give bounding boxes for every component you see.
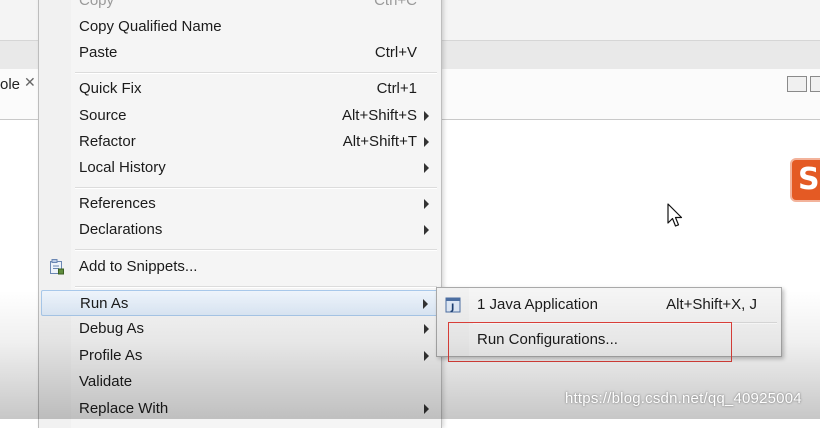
menu-item-shortcut: Alt+Shift+S xyxy=(341,107,417,124)
menu-item-paste[interactable]: Paste Ctrl+V xyxy=(41,40,439,66)
sogou-logo-icon[interactable]: S xyxy=(790,158,820,202)
menu-item-profile-as[interactable]: Profile As xyxy=(41,343,439,369)
menu-item-shortcut: Ctrl+1 xyxy=(376,80,417,97)
submenu-arrow-icon xyxy=(424,324,429,334)
watermark-text: https://blog.csdn.net/qq_40925004 xyxy=(565,390,802,407)
menu-item-shortcut: Ctrl+C xyxy=(374,0,417,9)
snippets-icon xyxy=(50,259,64,275)
submenu-item-label: 1 Java Application xyxy=(477,296,598,313)
menu-item-label: Local History xyxy=(79,159,166,176)
menu-item-label: Quick Fix xyxy=(79,80,142,97)
submenu-arrow-icon xyxy=(424,137,429,147)
submenu-arrow-icon xyxy=(424,199,429,209)
menu-item-declarations[interactable]: Declarations xyxy=(41,217,439,243)
run-as-submenu: J 1 Java Application Alt+Shift+X, J Run … xyxy=(436,287,782,357)
menu-item-validate[interactable]: Validate xyxy=(41,369,439,395)
menu-item-label: Declarations xyxy=(79,221,163,238)
submenu-item-run-configurations[interactable]: Run Configurations... xyxy=(439,327,777,353)
close-icon[interactable]: ✕ xyxy=(24,74,36,91)
menu-item-label: Validate xyxy=(79,373,133,390)
editor-tab-label: ole xyxy=(0,76,21,93)
submenu-arrow-icon xyxy=(424,163,429,173)
menu-item-label: Profile As xyxy=(79,347,143,364)
menu-item-references[interactable]: References xyxy=(41,191,439,217)
menu-item-label: Source xyxy=(79,107,127,124)
menu-item-local-history[interactable]: Local History xyxy=(41,155,439,181)
menu-item-copy[interactable]: Copy Ctrl+C xyxy=(41,0,439,14)
menu-separator xyxy=(75,286,437,288)
menu-item-label: Debug As xyxy=(79,320,145,337)
submenu-arrow-icon xyxy=(424,225,429,235)
menu-separator xyxy=(75,72,437,74)
menu-separator xyxy=(473,322,777,324)
menu-item-replace-with[interactable]: Replace With xyxy=(41,396,439,422)
menu-item-debug-as[interactable]: Debug As xyxy=(41,316,439,342)
menu-separator xyxy=(75,187,437,189)
submenu-item-label: Run Configurations... xyxy=(477,331,618,348)
submenu-arrow-icon xyxy=(423,299,428,309)
menu-item-label: Run As xyxy=(80,295,129,312)
submenu-arrow-icon xyxy=(424,404,429,414)
menu-item-label: Paste xyxy=(79,44,118,61)
minimize-icon[interactable] xyxy=(787,76,807,92)
svg-text:J: J xyxy=(450,303,454,313)
menu-item-label: Copy Qualified Name xyxy=(79,18,222,35)
menu-item-label: References xyxy=(79,195,156,212)
mouse-cursor-icon xyxy=(667,203,683,227)
menu-item-shortcut: Ctrl+V xyxy=(374,44,417,61)
menu-separator xyxy=(75,249,437,251)
menu-item-quick-fix[interactable]: Quick Fix Ctrl+1 xyxy=(41,76,439,102)
menu-item-copy-qualified-name[interactable]: Copy Qualified Name xyxy=(41,14,439,40)
menu-item-add-to-snippets[interactable]: Add to Snippets... xyxy=(41,254,439,280)
menu-item-label: Refactor xyxy=(79,133,136,150)
submenu-item-shortcut: Alt+Shift+X, J xyxy=(666,296,757,313)
submenu-arrow-icon xyxy=(424,351,429,361)
menu-item-label: Replace With xyxy=(79,400,169,417)
context-menu: Copy Ctrl+C Copy Qualified Name Paste Ct… xyxy=(38,0,442,428)
menu-item-label: Copy xyxy=(79,0,115,9)
submenu-arrow-icon xyxy=(424,111,429,121)
menu-item-run-as[interactable]: Run As xyxy=(41,290,439,316)
maximize-icon[interactable] xyxy=(810,76,820,92)
java-application-icon: J xyxy=(445,297,461,313)
menu-item-shortcut: Alt+Shift+T xyxy=(342,133,417,150)
menu-item-source[interactable]: Source Alt+Shift+S xyxy=(41,103,439,129)
submenu-item-java-application[interactable]: J 1 Java Application Alt+Shift+X, J xyxy=(439,292,777,318)
menu-item-label: Add to Snippets... xyxy=(79,258,198,275)
menu-item-refactor[interactable]: Refactor Alt+Shift+T xyxy=(41,129,439,155)
